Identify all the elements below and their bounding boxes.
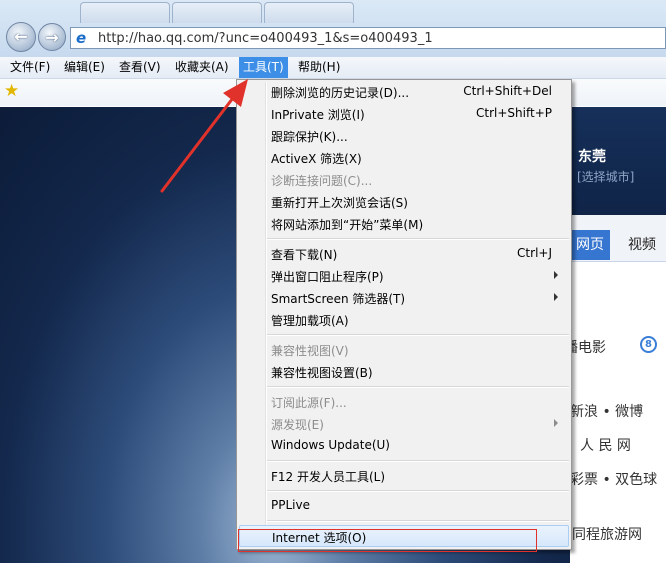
menu-item-delete-history[interactable]: 删除浏览的历史记录(D)... Ctrl+Shift+Del (239, 81, 569, 103)
menu-item-label: 诊断连接问题(C)... (271, 174, 373, 188)
menu-item-label: SmartScreen 筛选器(T) (271, 292, 406, 306)
submenu-arrow-icon (554, 271, 558, 279)
menu-item-label: PPLive (271, 498, 310, 512)
menu-item-reopen-session[interactable]: 重新打开上次浏览会话(S) (239, 191, 569, 213)
address-text[interactable]: http://hao.qq.com/?unc=o400493_1&s=o4004… (98, 31, 433, 46)
menu-item-label: 将网站添加到“开始”菜单(M) (271, 218, 424, 232)
menu-view[interactable]: 查看(V) (115, 57, 165, 78)
menu-separator (267, 520, 569, 522)
menu-item-label: 跟踪保护(K)... (271, 130, 348, 144)
forward-arrow-icon: → (45, 28, 59, 47)
menu-separator (267, 490, 569, 492)
movie-number-icon: 8 (640, 336, 657, 353)
menu-item-diagnose-connection: 诊断连接问题(C)... (239, 169, 569, 191)
menu-item-label: 兼容性视图设置(B) (271, 366, 373, 380)
menu-separator (267, 334, 569, 336)
link-item[interactable]: 人 民 网 (580, 435, 631, 455)
menu-item-view-downloads[interactable]: 查看下载(N) Ctrl+J (239, 243, 569, 265)
menu-item-shortcut: Ctrl+Shift+P (476, 106, 552, 120)
menu-item-subscribe-feed: 订阅此源(F)... (239, 391, 569, 413)
menu-item-windows-update[interactable]: Windows Update(U) (239, 435, 569, 457)
submenu-arrow-icon (554, 419, 558, 427)
city-name: 东莞 (578, 149, 606, 165)
menu-tools[interactable]: 工具(T) (239, 57, 288, 78)
menu-edit[interactable]: 编辑(E) (60, 57, 109, 78)
menu-item-smartscreen[interactable]: SmartScreen 筛选器(T) (239, 287, 569, 309)
menu-file[interactable]: 文件(F) (6, 57, 54, 78)
menu-separator (267, 460, 569, 462)
menu-item-label: F12 开发人员工具(L) (271, 470, 386, 484)
menu-item-label: 兼容性视图(V) (271, 344, 349, 358)
browser-tab[interactable] (80, 2, 170, 23)
address-bar[interactable]: e http://hao.qq.com/?unc=o400493_1&s=o40… (70, 27, 666, 49)
browser-tab[interactable] (172, 2, 262, 23)
menu-item-popup-blocker[interactable]: 弹出窗口阻止程序(P) (239, 265, 569, 287)
menu-item-label: 源发现(E) (271, 418, 324, 432)
favorites-star-icon[interactable]: ★ (4, 83, 19, 100)
search-tabs: 网页 视频 (570, 215, 666, 261)
back-arrow-icon: ← (14, 27, 28, 46)
search-tab-video[interactable]: 视频 (628, 230, 656, 260)
menu-item-shortcut: Ctrl+J (517, 246, 552, 260)
link-item[interactable]: 彩票 • 双色球 (570, 469, 657, 489)
ie-icon: e (76, 29, 87, 47)
menu-item-label: 查看下载(N) (271, 248, 338, 262)
search-input[interactable] (570, 261, 666, 308)
menu-item-label: 订阅此源(F)... (271, 396, 347, 410)
forward-button[interactable]: → (38, 23, 66, 51)
menu-item-f12-devtools[interactable]: F12 开发人员工具(L) (239, 465, 569, 487)
menu-item-label: ActiveX 筛选(X) (271, 152, 362, 166)
menu-item-shortcut: Ctrl+Shift+Del (463, 84, 552, 98)
browser-tab[interactable] (264, 2, 354, 23)
menu-item-label: 重新打开上次浏览会话(S) (271, 196, 408, 210)
menu-item-label: 弹出窗口阻止程序(P) (271, 270, 384, 284)
tab-strip (80, 0, 400, 23)
search-tab-web[interactable]: 网页 (570, 230, 610, 260)
menu-favorites[interactable]: 收藏夹(A) (171, 57, 233, 78)
page-header-strip: 东莞 [选择城市] (570, 107, 666, 215)
menu-item-activex-filter[interactable]: ActiveX 筛选(X) (239, 147, 569, 169)
menu-item-add-to-start[interactable]: 将网站添加到“开始”菜单(M) (239, 213, 569, 235)
menu-item-compat-view: 兼容性视图(V) (239, 339, 569, 361)
city-select-link[interactable]: [选择城市] (577, 168, 634, 185)
link-item[interactable]: 新浪 • 微博 (570, 401, 643, 421)
link-item[interactable]: 同程旅游网 (572, 524, 642, 544)
menu-item-manage-addons[interactable]: 管理加载项(A) (239, 309, 569, 331)
annotation-highlight-box (238, 529, 537, 552)
menu-item-pplive[interactable]: PPLive (239, 495, 569, 517)
menu-separator (267, 238, 569, 240)
menu-bar: 文件(F) 编辑(E) 查看(V) 收藏夹(A) 工具(T) 帮助(H) (0, 57, 666, 79)
menu-item-tracking-protection[interactable]: 跟踪保护(K)... (239, 125, 569, 147)
menu-item-compat-view-settings[interactable]: 兼容性视图设置(B) (239, 361, 569, 383)
submenu-arrow-icon (554, 293, 558, 301)
menu-item-label: Windows Update(U) (271, 438, 390, 452)
menu-item-label: 管理加载项(A) (271, 314, 349, 328)
browser-toolbar: ← → e http://hao.qq.com/?unc=o400493_1&s… (0, 0, 666, 57)
link-list: 播电影 8 新浪 • 微博 人 民 网 彩票 • 双色球 同程旅游网 (564, 317, 666, 563)
menu-item-inprivate[interactable]: InPrivate 浏览(I) Ctrl+Shift+P (239, 103, 569, 125)
menu-separator (267, 386, 569, 388)
back-button[interactable]: ← (6, 22, 36, 52)
menu-item-label: InPrivate 浏览(I) (271, 108, 365, 122)
menu-item-feed-discovery: 源发现(E) (239, 413, 569, 435)
menu-item-label: 删除浏览的历史记录(D)... (271, 86, 410, 100)
tools-menu: 删除浏览的历史记录(D)... Ctrl+Shift+Del InPrivate… (236, 79, 572, 550)
menu-help[interactable]: 帮助(H) (294, 57, 344, 78)
